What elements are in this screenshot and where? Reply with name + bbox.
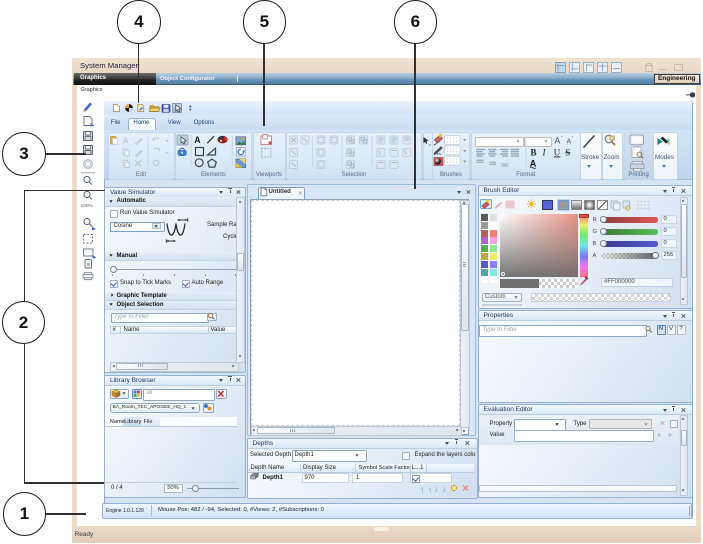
- svg-text:U: U: [554, 148, 561, 158]
- svg-text:A: A: [567, 139, 572, 146]
- svg-text:A: A: [555, 136, 561, 146]
- svg-text:B: B: [531, 148, 537, 158]
- svg-text:A: A: [194, 135, 201, 145]
- svg-text:S: S: [565, 148, 570, 158]
- svg-text:I: I: [542, 148, 547, 158]
